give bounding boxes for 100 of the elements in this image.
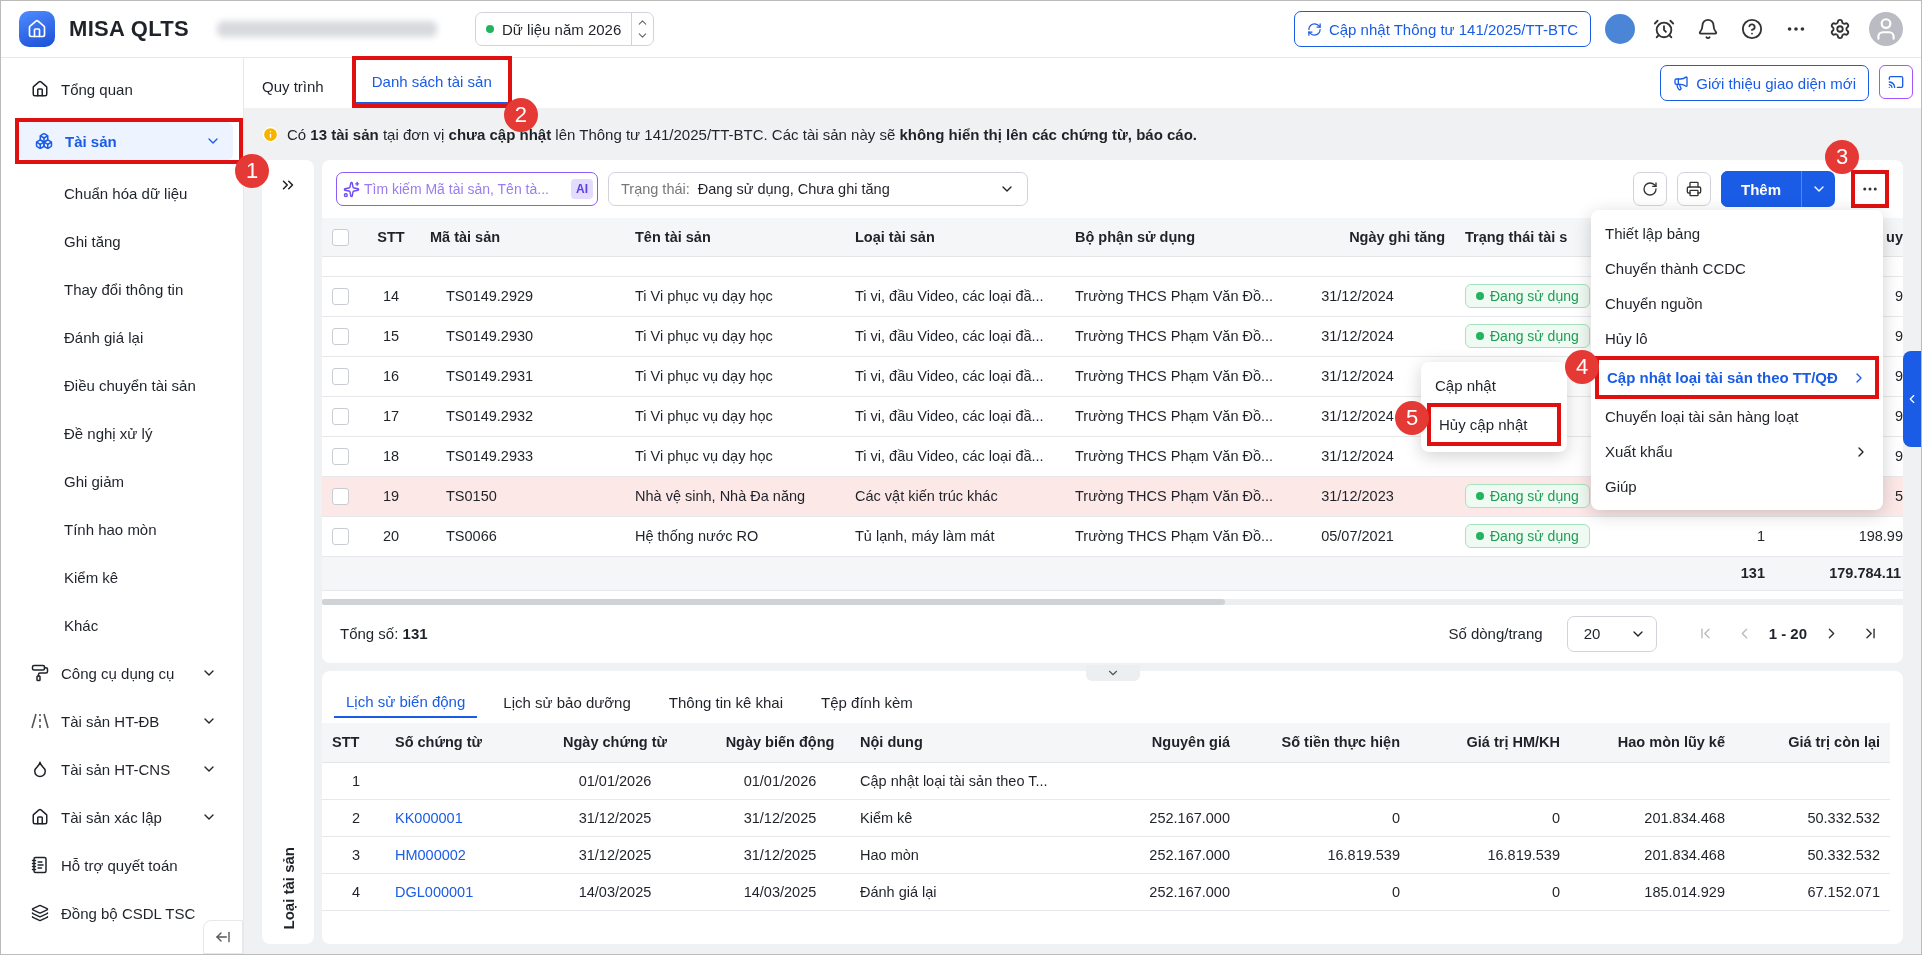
search-bar[interactable]: Tìm kiếm Mã tài sản, Tên tà... AI	[336, 172, 598, 206]
table-cell: 0	[1410, 799, 1570, 837]
reload-icon[interactable]	[1633, 172, 1667, 206]
table-cell: 31/12/2024	[1290, 276, 1455, 316]
table-cell: 252.167.000	[1075, 836, 1240, 874]
year-selector[interactable]: Dữ liệu năm 2026	[475, 12, 655, 46]
table-cell: Ti vi, đầu Video, các loại đầ...	[845, 316, 1065, 356]
table-cell: Hệ thống nước RO	[625, 516, 845, 556]
row-checkbox[interactable]	[332, 527, 349, 545]
column-header: Hao mòn lũy kế	[1570, 722, 1735, 763]
column-header: Giá trị HM/KH	[1410, 722, 1570, 763]
detail-tab[interactable]: Lịch sử biến động	[334, 687, 478, 718]
avatar[interactable]	[1605, 14, 1635, 44]
detail-tab[interactable]: Tệp đính kèm	[809, 688, 925, 717]
sidebar-subitem[interactable]: Thay đổi thông tin	[1, 270, 243, 308]
sidebar-item[interactable]: Tài sản HT-ĐB	[15, 702, 229, 740]
row-checkbox[interactable]	[332, 407, 349, 425]
document-link[interactable]: HM000002	[395, 847, 466, 863]
table-cell: TS0149.2932	[420, 396, 625, 436]
house-icon	[31, 808, 49, 826]
sidebar-subitem[interactable]: Đề nghị xử lý	[1, 414, 243, 452]
sidebar-subitem[interactable]: Tính hao mòn	[1, 510, 243, 548]
column-header: Mã tài sản	[420, 218, 625, 256]
sidebar-subitem[interactable]: Ghi tăng	[1, 222, 243, 260]
table-cell: 20	[362, 516, 420, 556]
sidebar-item[interactable]: Tài sản xác lập	[15, 798, 229, 836]
table-cell: TS0149.2929	[420, 276, 625, 316]
document-link[interactable]: KK000001	[395, 810, 463, 826]
column-header: Bộ phận sử dụng	[1065, 218, 1290, 256]
table-cell: 0	[1410, 873, 1570, 911]
page-range: 1 - 20	[1768, 625, 1807, 642]
sidebar-subitem[interactable]: Kiểm kê	[1, 558, 243, 596]
sidebar-item[interactable]: Tài sản HT-CNS	[15, 750, 229, 788]
intro-button[interactable]: Giới thiệu giao diện mới	[1660, 65, 1869, 101]
droplet-icon	[31, 760, 49, 778]
table-cell: 18	[362, 436, 420, 476]
cast-icon[interactable]	[1879, 65, 1913, 99]
row-checkbox[interactable]	[332, 367, 349, 385]
detail-tab[interactable]: Thông tin kê khai	[656, 688, 796, 717]
sidebar-item[interactable]: Hỗ trợ quyết toán	[15, 846, 229, 884]
column-header: Ngày biến động	[710, 722, 850, 763]
table-cell: 31/12/2025	[520, 799, 710, 837]
column-header: Nội dung	[850, 722, 1075, 763]
table-cell: TS0150	[420, 476, 625, 516]
page-tab[interactable]: Danh sách tài sản	[355, 60, 508, 104]
column-header: Ngày chứng từ	[520, 722, 710, 763]
status-badge: Đang sử dụng	[1465, 284, 1590, 308]
table-cell: Trường THCS Phạm Văn Đồ...	[1065, 516, 1290, 556]
total-cell: 179.784.11	[1775, 556, 1903, 590]
row-checkbox[interactable]	[332, 487, 349, 505]
detail-tab[interactable]: Lịch sử bảo dưỡng	[491, 688, 643, 717]
checkbox[interactable]	[332, 228, 349, 246]
total-count: Tổng số: 131	[340, 625, 428, 642]
table-cell: Hao mòn	[850, 836, 1075, 874]
column-header: STT	[322, 722, 385, 763]
step-number-badge: 3	[1825, 140, 1859, 174]
status-badge: Đang sử dụng	[1465, 324, 1590, 348]
notebook-icon	[31, 856, 49, 874]
year-label: Dữ liệu năm 2026	[502, 20, 622, 38]
table-cell: Trường THCS Phạm Văn Đồ...	[1065, 396, 1290, 436]
table-cell: Ti Vi phục vụ dạy học	[625, 396, 845, 436]
step-number-badge: 4	[1565, 350, 1599, 384]
table-cell: 15	[362, 316, 420, 356]
column-header: Giá trị còn lại	[1735, 722, 1890, 763]
sidebar-item[interactable]: Tài sản	[19, 122, 233, 160]
side-drawer-tab[interactable]	[1903, 351, 1921, 447]
collapse-sidebar-icon[interactable]	[203, 920, 243, 954]
row-checkbox[interactable]	[332, 447, 349, 465]
column-header: Số tiền thực hiện	[1240, 722, 1410, 763]
page-size-select[interactable]: 20	[1566, 615, 1657, 652]
layers-icon	[31, 904, 49, 922]
document-link[interactable]: DGL000001	[395, 884, 474, 900]
total-cell: 131	[1625, 556, 1775, 590]
side-panel-label: Loại tài sản	[279, 847, 297, 930]
table-cell: Ti vi, đầu Video, các loại đầ...	[845, 276, 1065, 316]
sidebar-item[interactable]: Đồng bộ CSDL TSC	[15, 894, 229, 932]
sidebar-item[interactable]: Tổng quan	[15, 70, 229, 108]
user-avatar[interactable]	[1869, 12, 1903, 46]
update-button[interactable]: Cập nhật Thông tư 141/2025/TT-BTC	[1293, 11, 1591, 47]
table-cell: 0	[1240, 873, 1410, 911]
sidebar-subitem[interactable]: Đánh giá lại	[1, 318, 243, 356]
page-tab[interactable]: Quy trình	[262, 64, 340, 108]
print-icon[interactable]	[1677, 172, 1711, 206]
table-cell: 4	[322, 873, 385, 911]
sidebar-subitem[interactable]: Điều chuyển tài sản	[1, 366, 243, 404]
table-cell: 201.834.468	[1570, 836, 1735, 874]
table-cell: 50.332.532	[1735, 836, 1890, 874]
row-checkbox[interactable]	[332, 287, 349, 305]
sidebar-subitem[interactable]: Ghi giảm	[1, 462, 243, 500]
table-cell: 14/03/2025	[520, 873, 710, 911]
status-dot	[486, 25, 495, 33]
table-cell: 1	[322, 762, 385, 800]
table-cell: 252.167.000	[1075, 873, 1240, 911]
sidebar-subitem[interactable]: Khác	[1, 606, 243, 644]
status-filter[interactable]: Trạng thái: Đang sử dụng, Chưa ghi tăng	[608, 172, 1028, 206]
sidebar-item[interactable]: Công cụ dụng cụ	[15, 654, 229, 692]
table-cell: 16	[362, 356, 420, 396]
row-checkbox[interactable]	[332, 327, 349, 345]
ai-badge: AI	[571, 179, 593, 199]
table-cell: TS0149.2930	[420, 316, 625, 356]
